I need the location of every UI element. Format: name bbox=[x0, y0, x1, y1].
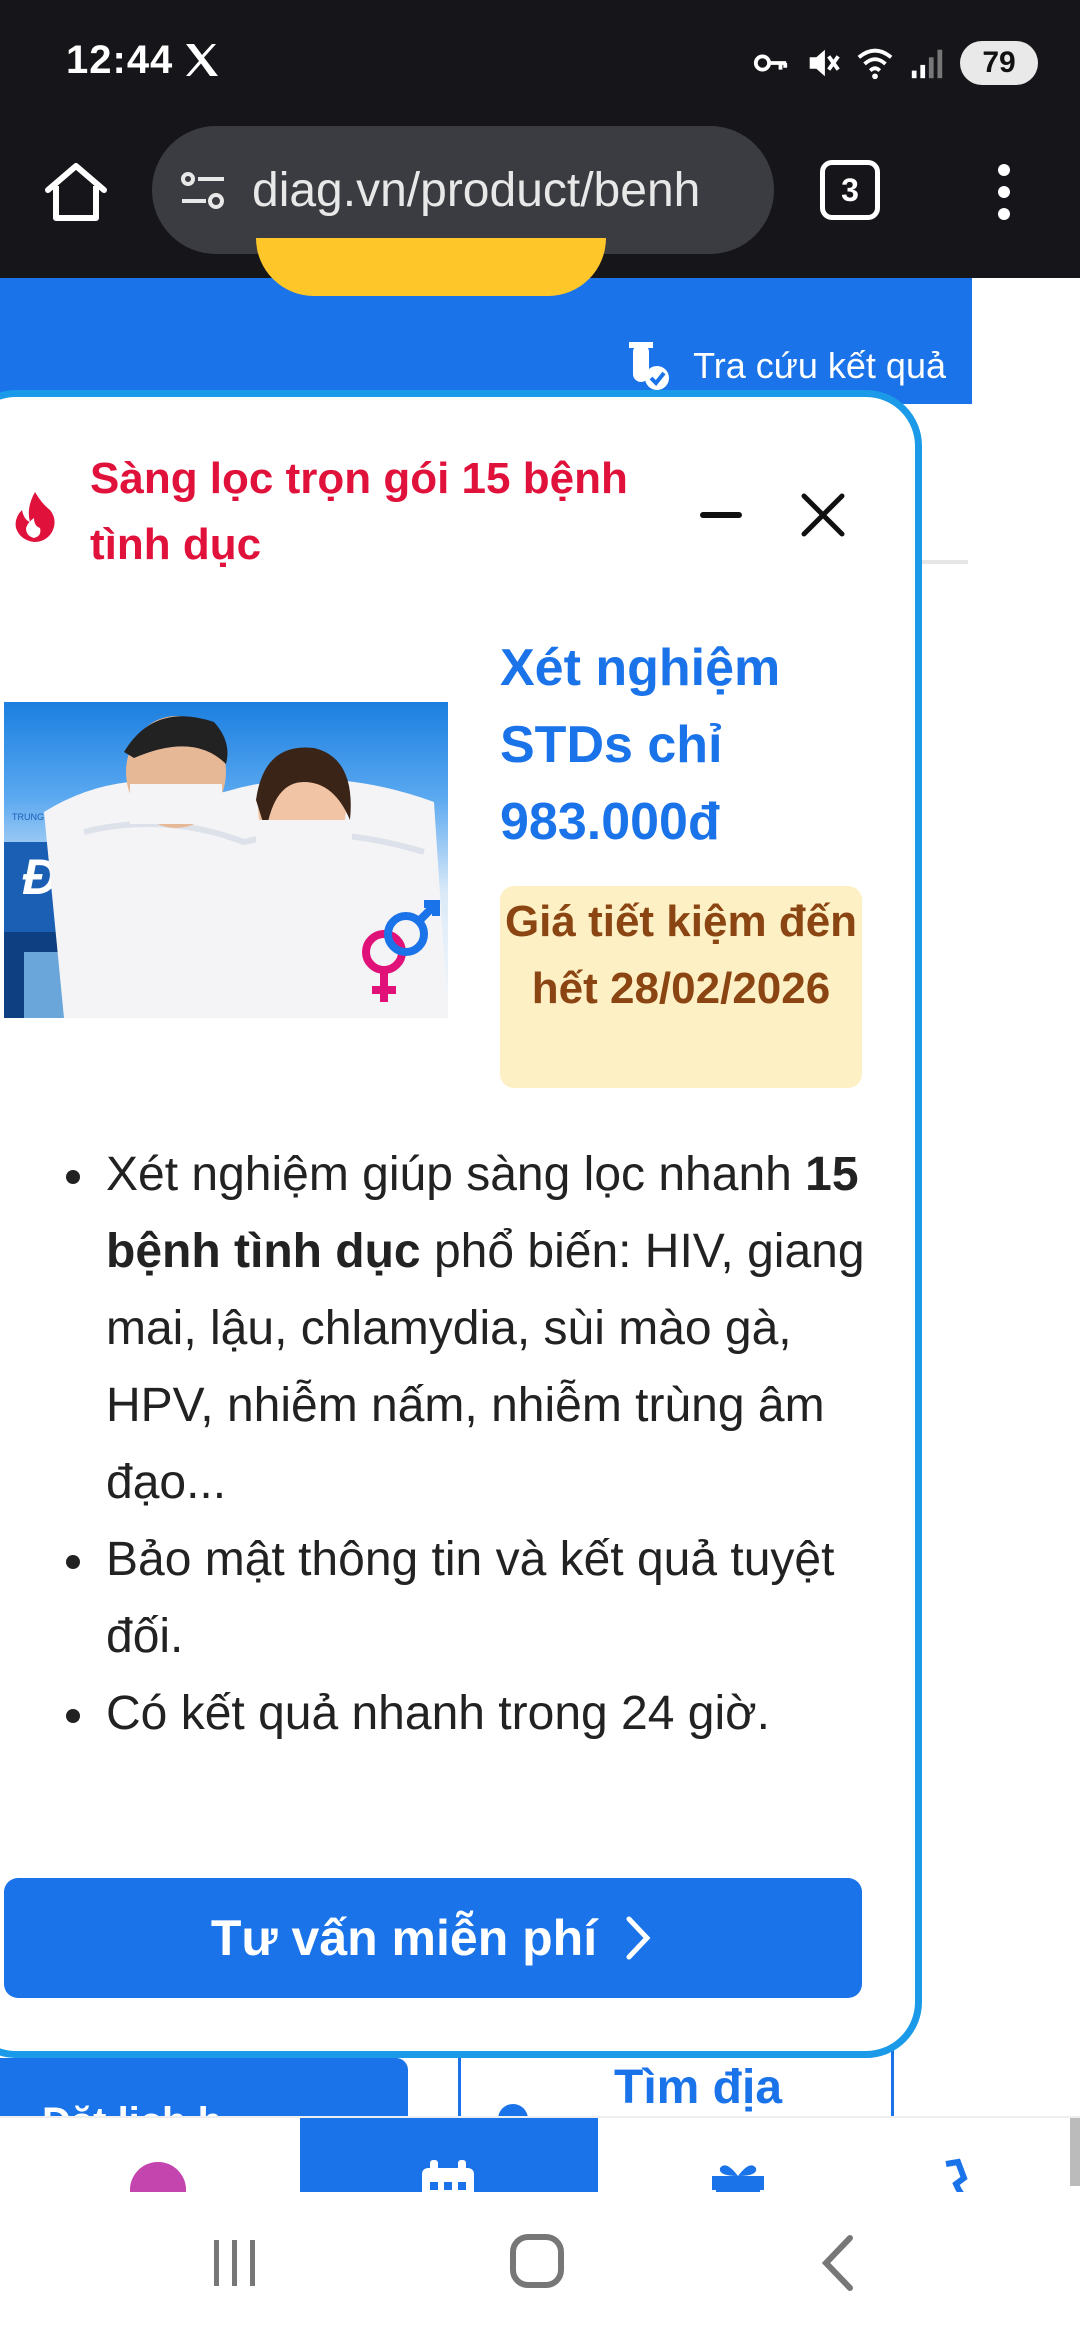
wifi-icon bbox=[857, 48, 893, 80]
header-yellow-button[interactable] bbox=[256, 238, 606, 296]
test-tube-icon bbox=[629, 342, 670, 390]
free-consultation-button[interactable]: Tư vấn miễn phí bbox=[4, 1878, 862, 1998]
cta-label: Tư vấn miễn phí bbox=[210, 1910, 598, 1966]
signal-icon bbox=[911, 49, 943, 79]
system-home-icon[interactable] bbox=[510, 2234, 564, 2288]
promo-price-title: Xét nghiệm STDs chỉ 983.000đ bbox=[500, 639, 781, 851]
bottom-nav bbox=[0, 2116, 1080, 2192]
mute-icon bbox=[809, 49, 840, 77]
list-item: Bảo mật thông tin và kết quả tuyệt đối. bbox=[66, 1521, 876, 1675]
site-settings-icon[interactable] bbox=[176, 163, 230, 217]
minimize-button[interactable] bbox=[700, 512, 742, 518]
fire-icon bbox=[15, 492, 55, 542]
gift-icon[interactable] bbox=[706, 2158, 770, 2192]
product-image: TRUNG TÂM Y KHOA Điag bbox=[4, 702, 448, 1018]
feature-list: Xét nghiệm giúp sàng lọc nhanh 15 bệnh t… bbox=[66, 1136, 876, 1752]
find-location-label: Tìm địa bbox=[614, 2061, 783, 2114]
close-icon[interactable] bbox=[798, 490, 848, 540]
back-icon[interactable] bbox=[818, 2234, 858, 2292]
chevron-right-icon bbox=[626, 1916, 651, 1960]
battery-indicator: 79 bbox=[960, 41, 1038, 85]
couple-illustration: TRUNG TÂM Y KHOA Điag bbox=[4, 716, 448, 1018]
popup-title: Sàng lọc trọn gói 15 bệnh tình dục bbox=[90, 454, 628, 569]
home-icon[interactable] bbox=[40, 156, 112, 228]
savings-badge: Giá tiết kiệm đến hết 28/02/2026 bbox=[500, 886, 862, 1088]
status-time: 12:44 bbox=[66, 38, 174, 82]
address-bar[interactable]: diag.vn/product/benh bbox=[152, 126, 774, 254]
tab-switcher-button[interactable]: 3 bbox=[820, 160, 880, 220]
scrollbar[interactable] bbox=[1070, 2118, 1080, 2186]
calendar-icon[interactable] bbox=[416, 2158, 480, 2192]
x-logo-icon bbox=[186, 44, 218, 76]
status-icons: 79 bbox=[752, 40, 1038, 86]
recent-apps-icon[interactable] bbox=[208, 2236, 262, 2290]
url-text[interactable]: diag.vn/product/benh bbox=[252, 163, 700, 218]
list-item: Xét nghiệm giúp sàng lọc nhanh 15 bệnh t… bbox=[66, 1136, 876, 1521]
phone-icon[interactable] bbox=[934, 2158, 998, 2192]
messenger-icon[interactable] bbox=[126, 2158, 190, 2192]
status-bar: 12:44 79 bbox=[0, 0, 1080, 126]
key-icon bbox=[753, 54, 788, 72]
lookup-label: Tra cứu kết quả bbox=[693, 345, 946, 386]
menu-icon[interactable] bbox=[984, 156, 1024, 228]
result-lookup-link[interactable]: Tra cứu kết quả bbox=[623, 340, 946, 392]
list-item: Có kết quả nhanh trong 24 giờ. bbox=[66, 1675, 876, 1752]
